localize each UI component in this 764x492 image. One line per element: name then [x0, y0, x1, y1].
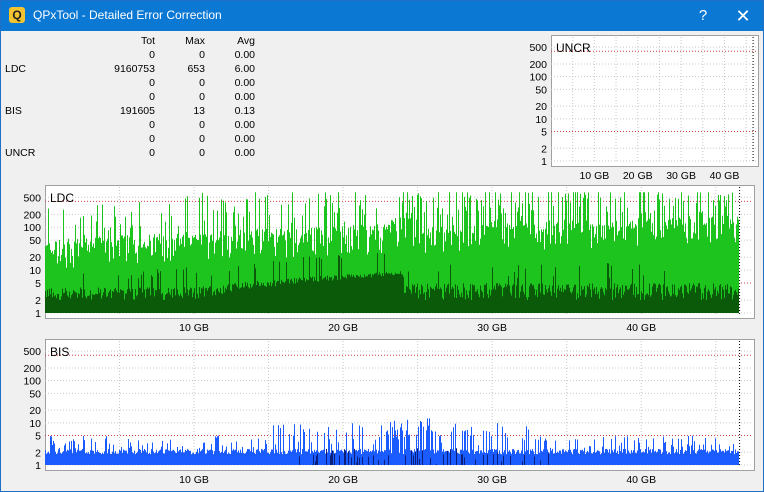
- y-tick-label: 500: [23, 346, 41, 358]
- window-title: QPxTool - Detailed Error Correction: [33, 8, 222, 22]
- y-tick-label: 50: [535, 84, 547, 96]
- qpxtool-app-icon: Q: [9, 7, 25, 23]
- close-button[interactable]: ✕: [729, 5, 757, 27]
- stats-tot: 0: [149, 147, 155, 159]
- y-tick-label: 200: [529, 59, 547, 71]
- stats-max: 0: [199, 119, 205, 131]
- stats-max: 0: [199, 49, 205, 61]
- y-tick-label: 5: [35, 431, 41, 443]
- max-header: Max: [185, 35, 205, 47]
- error-statistics-table: Tot Max Avg 0 0 0.00 LDC 9160753 653 6.00 000…: [5, 35, 261, 161]
- x-tick-label: 40 GB: [626, 474, 656, 486]
- bis-series: [45, 418, 739, 465]
- x-tick-label: 10 GB: [179, 474, 209, 486]
- detailed-error-correction-window: Q QPxTool - Detailed Error Correction ? …: [0, 0, 764, 492]
- x-tick-label: 40 GB: [710, 170, 740, 182]
- tot-header: Tot: [140, 35, 155, 47]
- y-tick-label: 500: [23, 192, 41, 204]
- x-tick-label: 10 GB: [179, 322, 209, 334]
- y-tick-label: 20: [535, 101, 547, 113]
- stats-max: 0: [199, 77, 205, 89]
- y-tick-label: 20: [29, 405, 41, 417]
- y-tick-label: 10: [535, 114, 547, 126]
- stats-tot: 0: [149, 91, 155, 103]
- y-tick-label: 100: [529, 72, 547, 84]
- x-tick-label: 30 GB: [477, 322, 507, 334]
- stats-row: 0 0 0.00: [5, 77, 261, 91]
- stats-row: 0 0 0.00: [5, 133, 261, 147]
- stats-row: 0 0 0.00: [5, 49, 261, 63]
- stats-label: UNCR: [5, 147, 36, 159]
- help-button[interactable]: ?: [689, 5, 717, 27]
- x-tick-label: 20 GB: [328, 322, 358, 334]
- x-tick-label: 10 GB: [579, 170, 609, 182]
- x-tick-label: 30 GB: [666, 170, 696, 182]
- y-tick-label: 2: [35, 295, 41, 307]
- x-tick-label: 20 GB: [623, 170, 653, 182]
- y-tick-label: 20: [29, 252, 41, 264]
- stats-tot: 0: [149, 77, 155, 89]
- y-tick-label: 1: [35, 460, 41, 472]
- bis-chart-panel: 500 200 100 50 20 10 5 2 1 10 GB 20 GB 30 GB 40 GB BI…: [5, 339, 757, 489]
- stats-max: 653: [187, 63, 205, 75]
- y-tick-label: 2: [541, 143, 547, 155]
- stats-tot: 9160753: [114, 63, 155, 75]
- stats-avg: 0.00: [234, 147, 255, 159]
- y-tick-label: 50: [29, 388, 41, 400]
- stats-row: BIS 191605 13 0.13: [5, 105, 261, 119]
- stats-row: 0 0 0.00: [5, 119, 261, 133]
- stats-row: UNCR 0 0 0.00: [5, 147, 261, 161]
- x-tick-label: 40 GB: [626, 322, 656, 334]
- bis-chart: 500 20010050 20105 21 10 GB 20 GB 30 GB 40 GB BI…: [23, 341, 753, 486]
- stats-avg: 0.00: [234, 91, 255, 103]
- stats-label: LDC: [5, 63, 27, 75]
- stats-avg: 0.00: [234, 49, 255, 61]
- stats-avg: 0.00: [234, 133, 255, 145]
- y-tick-label: 1: [541, 156, 547, 168]
- uncr-chart: 500 20010050 20105 21 10 GB 20 GB 30 GB 40 GB UN…: [529, 37, 757, 182]
- y-tick-label: 100: [23, 376, 41, 388]
- chart-title: LDC: [50, 191, 74, 205]
- stats-max: 0: [199, 147, 205, 159]
- stats-avg: 6.00: [234, 63, 255, 75]
- y-tick-label: 10: [29, 265, 41, 277]
- stats-tot: 0: [149, 49, 155, 61]
- y-tick-label: 50: [29, 235, 41, 247]
- uncr-chart-panel: 500 200 100 50 20 10 5 2 1 10 GB 20 GB 30 GB 40 GB UN…: [521, 35, 759, 185]
- ldc-chart-panel: 500 200 100 50 20 10 5 2 1 10 GB 20 GB 30 GB 40 GB LD…: [5, 185, 757, 337]
- stats-row: LDC 9160753 653 6.00: [5, 63, 261, 77]
- stats-header-row: Tot Max Avg: [5, 35, 261, 49]
- stats-tot: 191605: [119, 105, 155, 117]
- y-tick-label: 10: [29, 418, 41, 430]
- stats-row: 0 0 0.00: [5, 91, 261, 105]
- y-tick-label: 2: [35, 447, 41, 459]
- y-tick-label: 500: [529, 42, 547, 54]
- stats-max: 0: [199, 133, 205, 145]
- stats-avg: 0.00: [234, 119, 255, 131]
- avg-header: Avg: [237, 35, 255, 47]
- x-tick-label: 30 GB: [477, 474, 507, 486]
- y-tick-label: 5: [35, 278, 41, 290]
- y-tick-label: 200: [23, 363, 41, 375]
- stats-max: 13: [193, 105, 205, 117]
- y-tick-label: 1: [35, 308, 41, 320]
- stats-tot: 0: [149, 119, 155, 131]
- stats-max: 0: [199, 91, 205, 103]
- y-tick-label: 200: [23, 209, 41, 221]
- y-tick-label: 5: [541, 127, 547, 139]
- stats-tot: 0: [149, 133, 155, 145]
- stats-avg: 0.13: [234, 105, 255, 117]
- chart-title: BIS: [50, 345, 69, 359]
- ldc-series: [45, 192, 739, 313]
- chart-title: UNCR: [556, 41, 591, 55]
- ldc-chart: 500 20010050 20105 21 10 GB 20 GB 30 GB 40 GB LD…: [23, 187, 753, 334]
- stats-label: BIS: [5, 105, 22, 117]
- stats-avg: 0.00: [234, 77, 255, 89]
- title-bar[interactable]: Q QPxTool - Detailed Error Correction ? …: [1, 1, 763, 31]
- x-tick-label: 20 GB: [328, 474, 358, 486]
- y-tick-label: 100: [23, 222, 41, 234]
